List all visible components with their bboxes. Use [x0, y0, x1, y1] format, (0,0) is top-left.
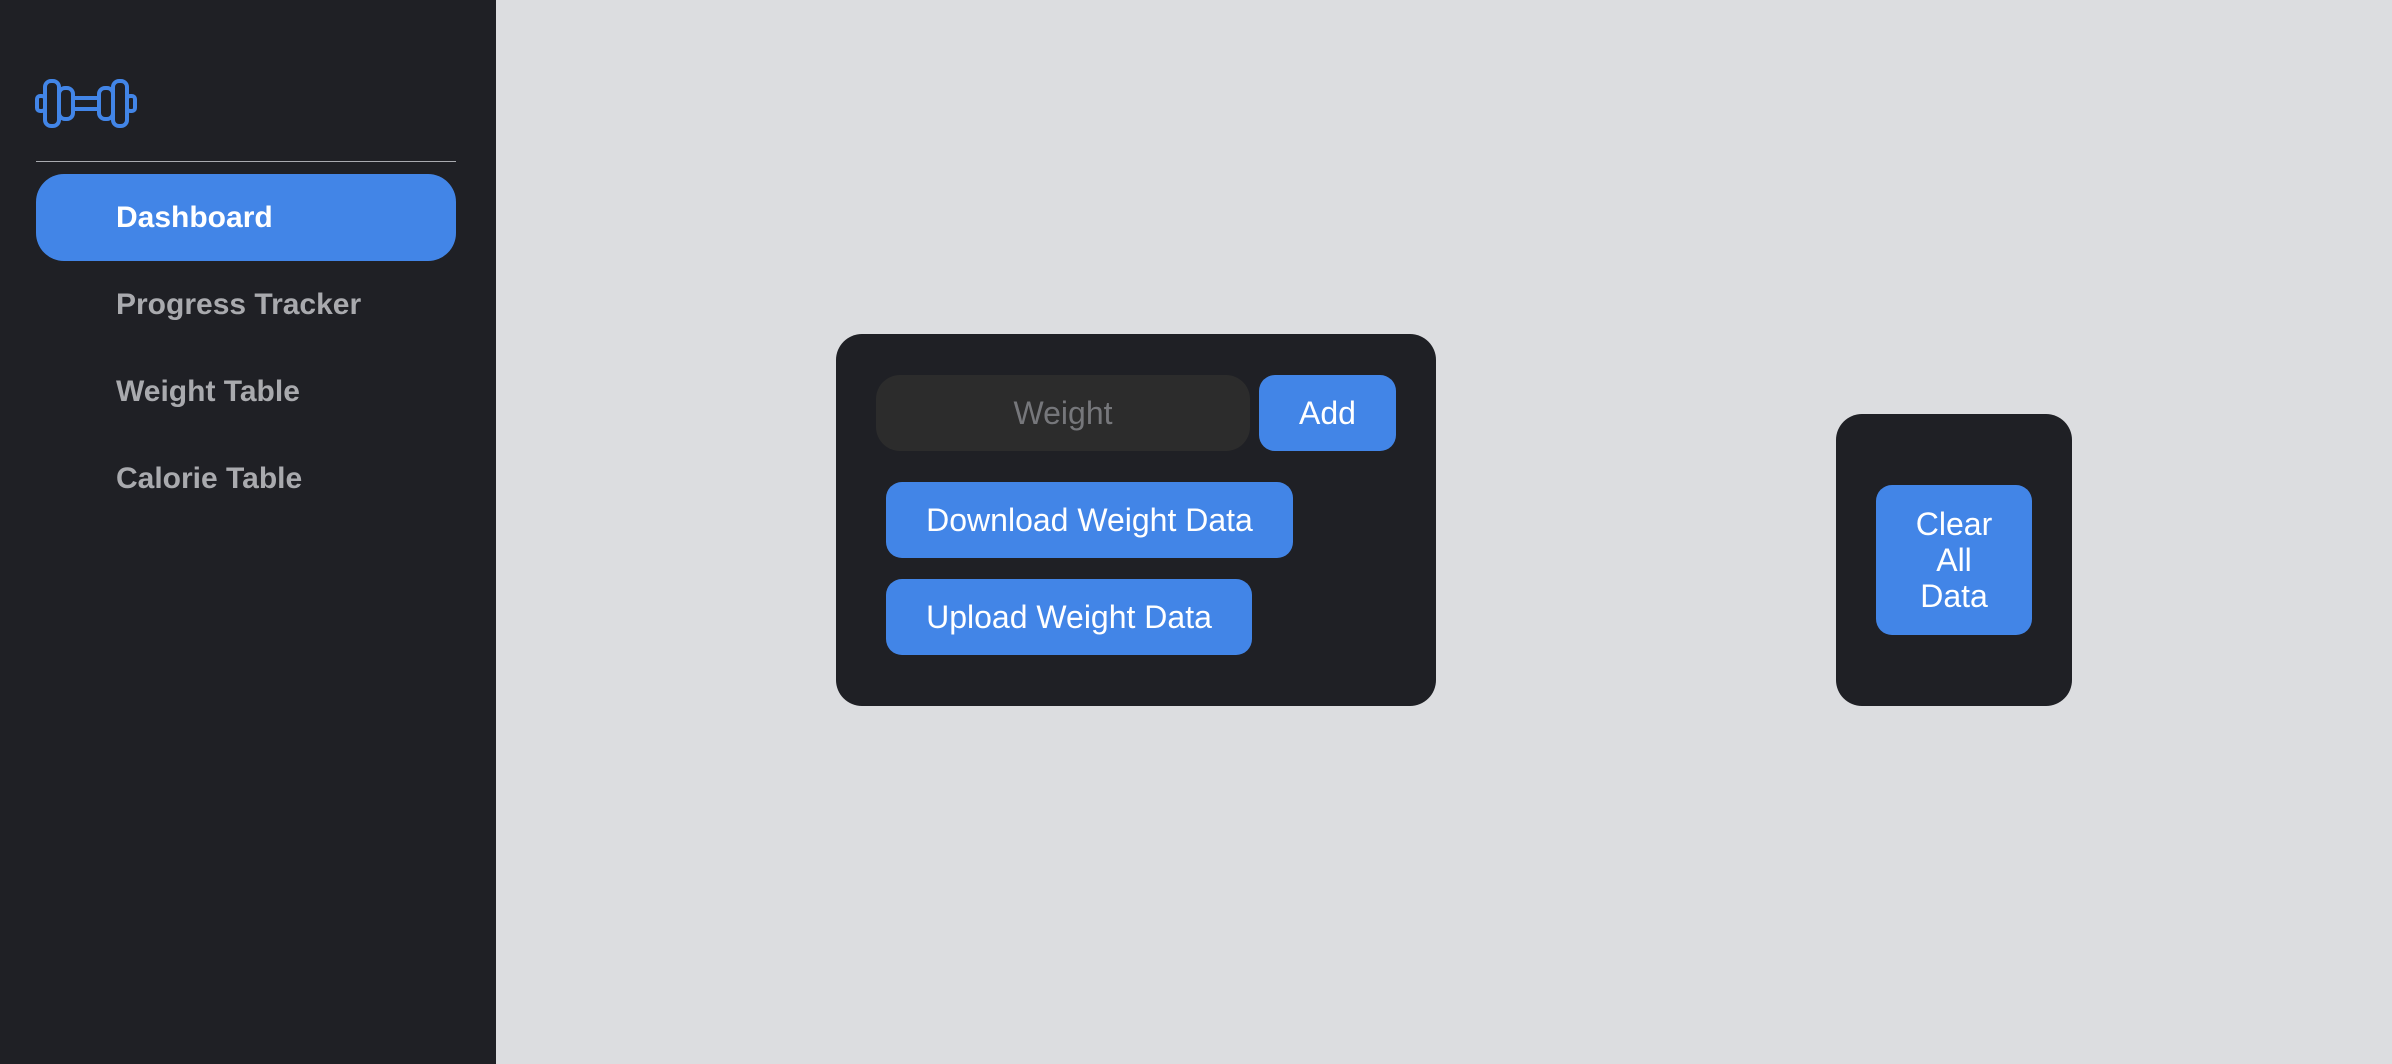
sidebar-item-progress-tracker[interactable]: Progress Tracker	[36, 261, 456, 348]
app-root: Dashboard Progress Tracker Weight Table …	[0, 0, 2392, 1064]
sidebar-item-dashboard[interactable]: Dashboard	[36, 174, 456, 261]
dumbbell-icon	[35, 72, 137, 134]
weight-input[interactable]	[876, 375, 1250, 451]
sidebar-nav: Dashboard Progress Tracker Weight Table …	[36, 174, 456, 522]
add-button[interactable]: Add	[1259, 375, 1396, 451]
upload-weight-data-button[interactable]: Upload Weight Data	[886, 579, 1252, 655]
sidebar-item-calorie-table[interactable]: Calorie Table	[36, 435, 456, 522]
weight-card: Add Download Weight Data Upload Weight D…	[836, 334, 1436, 706]
sidebar-divider	[36, 161, 456, 162]
clear-data-card: Clear All Data	[1836, 414, 2072, 706]
clear-all-data-button[interactable]: Clear All Data	[1876, 485, 2032, 635]
download-weight-data-button[interactable]: Download Weight Data	[886, 482, 1293, 558]
sidebar: Dashboard Progress Tracker Weight Table …	[0, 0, 496, 1064]
sidebar-item-weight-table[interactable]: Weight Table	[36, 348, 456, 435]
